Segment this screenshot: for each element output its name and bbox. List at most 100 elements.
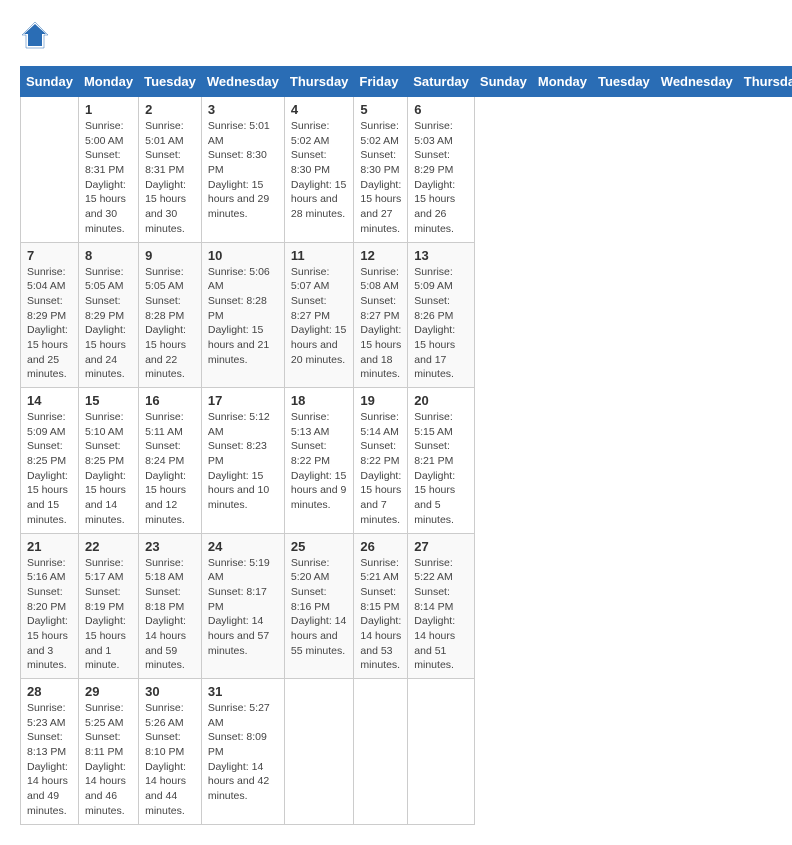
- day-info: Sunrise: 5:01 AMSunset: 8:31 PMDaylight:…: [145, 119, 195, 237]
- calendar-header-row: SundayMondayTuesdayWednesdayThursdayFrid…: [21, 67, 792, 97]
- day-number: 9: [145, 248, 195, 263]
- header-thursday: Thursday: [738, 67, 792, 97]
- logo: [20, 20, 56, 50]
- day-number: 20: [414, 393, 468, 408]
- header-sunday: Sunday: [474, 67, 532, 97]
- day-number: 1: [85, 102, 132, 117]
- day-info: Sunrise: 5:09 AMSunset: 8:25 PMDaylight:…: [27, 410, 72, 528]
- calendar-cell: 30Sunrise: 5:26 AMSunset: 8:10 PMDayligh…: [139, 679, 202, 825]
- day-number: 8: [85, 248, 132, 263]
- calendar-cell: 14Sunrise: 5:09 AMSunset: 8:25 PMDayligh…: [21, 388, 79, 534]
- day-info: Sunrise: 5:00 AMSunset: 8:31 PMDaylight:…: [85, 119, 132, 237]
- day-number: 3: [208, 102, 278, 117]
- day-number: 25: [291, 539, 348, 554]
- calendar-cell: 4 Sunrise: 5:02 AMSunset: 8:30 PMDaylight…: [284, 97, 354, 243]
- day-info: Sunrise: 5:02 AMSunset: 8:30 PMDaylight:…: [291, 119, 348, 222]
- calendar-cell: 19 Sunrise: 5:14 AMSunset: 8:22 PMDayligh…: [354, 388, 408, 534]
- day-info: Sunrise: 5:05 AMSunset: 8:28 PMDaylight:…: [145, 265, 195, 383]
- calendar-week-4: 21 Sunrise: 5:16 AMSunset: 8:20 PMDayligh…: [21, 533, 792, 679]
- header-sunday: Sunday: [21, 67, 79, 97]
- calendar-week-1: 1 Sunrise: 5:00 AMSunset: 8:31 PMDaylight…: [21, 97, 792, 243]
- calendar-cell: 26 Sunrise: 5:21 AMSunset: 8:15 PMDayligh…: [354, 533, 408, 679]
- calendar-cell: 20Sunrise: 5:15 AMSunset: 8:21 PMDayligh…: [408, 388, 475, 534]
- day-info: Sunrise: 5:02 AMSunset: 8:30 PMDaylight:…: [360, 119, 401, 237]
- calendar-cell: 25Sunrise: 5:20 AMSunset: 8:16 PMDayligh…: [284, 533, 354, 679]
- day-number: 5: [360, 102, 401, 117]
- calendar-cell: 1 Sunrise: 5:00 AMSunset: 8:31 PMDaylight…: [78, 97, 138, 243]
- calendar-cell: 16Sunrise: 5:11 AMSunset: 8:24 PMDayligh…: [139, 388, 202, 534]
- calendar-week-5: 28Sunrise: 5:23 AMSunset: 8:13 PMDayligh…: [21, 679, 792, 825]
- day-number: 11: [291, 248, 348, 263]
- day-number: 24: [208, 539, 278, 554]
- calendar-cell: 13 Sunrise: 5:09 AMSunset: 8:26 PMDayligh…: [408, 242, 475, 388]
- day-number: 6: [414, 102, 468, 117]
- header-thursday: Thursday: [284, 67, 354, 97]
- day-number: 7: [27, 248, 72, 263]
- day-number: 10: [208, 248, 278, 263]
- day-info: Sunrise: 5:19 AMSunset: 8:17 PMDaylight:…: [208, 556, 278, 659]
- calendar-cell: 24 Sunrise: 5:19 AMSunset: 8:17 PMDayligh…: [201, 533, 284, 679]
- calendar-cell: 2 Sunrise: 5:01 AMSunset: 8:31 PMDaylight…: [139, 97, 202, 243]
- day-info: Sunrise: 5:25 AMSunset: 8:11 PMDaylight:…: [85, 701, 132, 819]
- header-monday: Monday: [78, 67, 138, 97]
- calendar-week-2: 7Sunrise: 5:04 AMSunset: 8:29 PMDaylight…: [21, 242, 792, 388]
- day-number: 28: [27, 684, 72, 699]
- day-number: 30: [145, 684, 195, 699]
- header-wednesday: Wednesday: [655, 67, 738, 97]
- calendar-week-3: 14Sunrise: 5:09 AMSunset: 8:25 PMDayligh…: [21, 388, 792, 534]
- day-number: 2: [145, 102, 195, 117]
- day-info: Sunrise: 5:17 AMSunset: 8:19 PMDaylight:…: [85, 556, 132, 674]
- page-header: [20, 20, 772, 50]
- day-info: Sunrise: 5:05 AMSunset: 8:29 PMDaylight:…: [85, 265, 132, 383]
- day-info: Sunrise: 5:14 AMSunset: 8:22 PMDaylight:…: [360, 410, 401, 528]
- calendar-cell: 8 Sunrise: 5:05 AMSunset: 8:29 PMDaylight…: [78, 242, 138, 388]
- day-number: 27: [414, 539, 468, 554]
- calendar-cell: 29 Sunrise: 5:25 AMSunset: 8:11 PMDayligh…: [78, 679, 138, 825]
- day-info: Sunrise: 5:12 AMSunset: 8:23 PMDaylight:…: [208, 410, 278, 513]
- calendar-cell: 12Sunrise: 5:08 AMSunset: 8:27 PMDayligh…: [354, 242, 408, 388]
- day-info: Sunrise: 5:09 AMSunset: 8:26 PMDaylight:…: [414, 265, 468, 383]
- header-tuesday: Tuesday: [593, 67, 656, 97]
- logo-icon: [20, 20, 50, 50]
- calendar-cell: [21, 97, 79, 243]
- day-info: Sunrise: 5:16 AMSunset: 8:20 PMDaylight:…: [27, 556, 72, 674]
- calendar-cell: 27 Sunrise: 5:22 AMSunset: 8:14 PMDayligh…: [408, 533, 475, 679]
- day-number: 21: [27, 539, 72, 554]
- day-number: 26: [360, 539, 401, 554]
- header-friday: Friday: [354, 67, 408, 97]
- calendar-cell: 15Sunrise: 5:10 AMSunset: 8:25 PMDayligh…: [78, 388, 138, 534]
- calendar-cell: 22 Sunrise: 5:17 AMSunset: 8:19 PMDayligh…: [78, 533, 138, 679]
- day-info: Sunrise: 5:27 AMSunset: 8:09 PMDaylight:…: [208, 701, 278, 804]
- calendar-cell: 28Sunrise: 5:23 AMSunset: 8:13 PMDayligh…: [21, 679, 79, 825]
- day-number: 4: [291, 102, 348, 117]
- calendar-table: SundayMondayTuesdayWednesdayThursdayFrid…: [20, 66, 792, 825]
- day-info: Sunrise: 5:07 AMSunset: 8:27 PMDaylight:…: [291, 265, 348, 368]
- day-number: 29: [85, 684, 132, 699]
- day-number: 23: [145, 539, 195, 554]
- calendar-cell: 17Sunrise: 5:12 AMSunset: 8:23 PMDayligh…: [201, 388, 284, 534]
- day-info: Sunrise: 5:03 AMSunset: 8:29 PMDaylight:…: [414, 119, 468, 237]
- calendar-cell: 10 Sunrise: 5:06 AMSunset: 8:28 PMDayligh…: [201, 242, 284, 388]
- day-info: Sunrise: 5:21 AMSunset: 8:15 PMDaylight:…: [360, 556, 401, 674]
- header-wednesday: Wednesday: [201, 67, 284, 97]
- calendar-cell: 23 Sunrise: 5:18 AMSunset: 8:18 PMDayligh…: [139, 533, 202, 679]
- header-tuesday: Tuesday: [139, 67, 202, 97]
- calendar-cell: 11 Sunrise: 5:07 AMSunset: 8:27 PMDayligh…: [284, 242, 354, 388]
- day-info: Sunrise: 5:06 AMSunset: 8:28 PMDaylight:…: [208, 265, 278, 368]
- day-info: Sunrise: 5:22 AMSunset: 8:14 PMDaylight:…: [414, 556, 468, 674]
- calendar-cell: 21 Sunrise: 5:16 AMSunset: 8:20 PMDayligh…: [21, 533, 79, 679]
- day-number: 31: [208, 684, 278, 699]
- calendar-cell: [408, 679, 475, 825]
- day-number: 15: [85, 393, 132, 408]
- calendar-cell: [354, 679, 408, 825]
- calendar-cell: [284, 679, 354, 825]
- day-number: 18: [291, 393, 348, 408]
- calendar-cell: 5 Sunrise: 5:02 AMSunset: 8:30 PMDaylight…: [354, 97, 408, 243]
- calendar-cell: 18Sunrise: 5:13 AMSunset: 8:22 PMDayligh…: [284, 388, 354, 534]
- day-number: 22: [85, 539, 132, 554]
- calendar-cell: 31 Sunrise: 5:27 AMSunset: 8:09 PMDayligh…: [201, 679, 284, 825]
- day-number: 19: [360, 393, 401, 408]
- day-info: Sunrise: 5:18 AMSunset: 8:18 PMDaylight:…: [145, 556, 195, 674]
- day-number: 13: [414, 248, 468, 263]
- day-info: Sunrise: 5:08 AMSunset: 8:27 PMDaylight:…: [360, 265, 401, 383]
